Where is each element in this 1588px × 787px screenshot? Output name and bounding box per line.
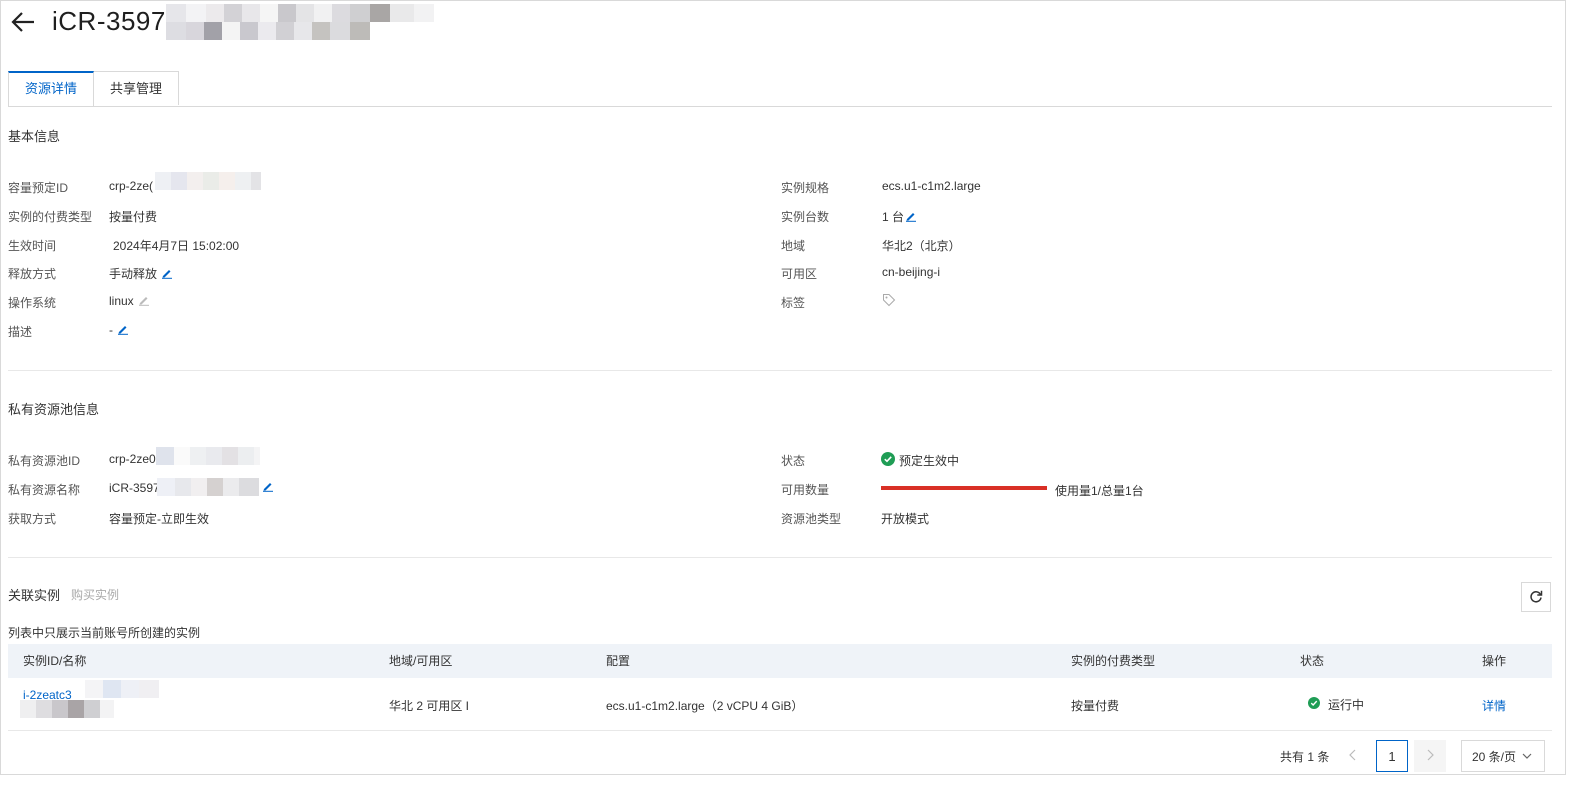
pool-id-redaction: [156, 447, 260, 465]
label-instance-count: 实例台数: [781, 210, 830, 224]
pager-total: 共有 1 条: [1280, 750, 1330, 764]
label-region: 地域: [781, 239, 806, 253]
divider-pool: [8, 557, 1552, 558]
buy-instance-link[interactable]: 购买实例: [71, 586, 119, 603]
pool-info-title: 私有资源池信息: [8, 402, 100, 417]
tag-icon[interactable]: [882, 293, 896, 310]
page-size-value: 20 条/页: [1472, 749, 1517, 764]
instance-id-redaction: [85, 680, 159, 698]
label-pay-type: 实例的付费类型: [8, 210, 93, 224]
tab-share-management[interactable]: 共享管理: [94, 71, 180, 105]
pool-name-redaction: [157, 478, 259, 496]
label-acquire-mode: 获取方式: [8, 512, 57, 526]
edit-release-icon[interactable]: [161, 267, 173, 282]
instance-status: 运行中: [1328, 698, 1365, 712]
value-pool-status: 预定生效中: [899, 454, 960, 468]
release-mode-text: 手动释放: [109, 267, 158, 281]
capacity-id-redaction: [155, 172, 261, 190]
row-divider: [8, 730, 1552, 731]
value-acquire-mode: 容量预定-立即生效: [109, 512, 209, 526]
pager-page-1[interactable]: 1: [1376, 740, 1408, 772]
page-title: iCR-3597: [52, 6, 166, 36]
value-pool-name: iCR-3597: [109, 481, 160, 495]
label-release-mode: 释放方式: [8, 267, 57, 281]
instance-detail-link[interactable]: 详情: [1482, 697, 1506, 714]
edit-pool-name-icon[interactable]: [262, 480, 274, 495]
usage-bar-fill: [881, 486, 1047, 490]
instance-name-redaction: [20, 700, 114, 718]
os-text: linux: [109, 294, 134, 308]
value-instance-spec: ecs.u1-c1m2.large: [882, 179, 981, 193]
col-config: 配置: [606, 654, 631, 668]
value-capacity-id: crp-2ze(: [109, 179, 154, 193]
col-pay-type: 实例的付费类型: [1071, 654, 1156, 668]
value-release-mode: 手动释放: [109, 265, 173, 282]
check-circle-icon: [881, 452, 895, 469]
value-region: 华北2（北京）: [882, 239, 961, 253]
col-status: 状态: [1300, 654, 1325, 668]
col-action: 操作: [1482, 654, 1507, 668]
label-effective-time: 生效时间: [8, 239, 57, 253]
value-instance-count: 1 台: [882, 208, 917, 225]
pager-prev-button[interactable]: [1337, 740, 1369, 772]
instances-title: 关联实例: [8, 588, 61, 603]
value-pool-type: 开放模式: [881, 512, 930, 526]
value-pay-type: 按量付费: [109, 210, 158, 224]
label-zone: 可用区: [781, 267, 818, 281]
col-instance-id: 实例ID/名称: [23, 654, 87, 668]
label-pool-id: 私有资源池ID: [8, 454, 81, 468]
edit-description-icon[interactable]: [117, 323, 129, 338]
list-note: 列表中只展示当前账号所创建的实例: [8, 626, 201, 640]
value-zone: cn-beijing-i: [882, 265, 941, 279]
divider-basic: [8, 370, 1552, 371]
refresh-icon: [1529, 589, 1543, 606]
chevron-right-icon: [1425, 749, 1435, 764]
value-pool-id: crp-2ze0l: [109, 452, 159, 466]
running-check-icon: [1308, 697, 1320, 712]
col-region: 地域/可用区: [389, 654, 453, 668]
label-os: 操作系统: [8, 296, 57, 310]
label-pool-name: 私有资源名称: [8, 483, 81, 497]
value-usage: 使用量1/总量1台: [1055, 484, 1144, 498]
tab-resource-detail[interactable]: 资源详情: [8, 71, 95, 107]
chevron-left-icon: [1348, 749, 1358, 764]
table-row: i-2zeatc3 华北 2 可用区 I ecs.u1-c1m2.large（2…: [8, 678, 1552, 730]
instance-pay-type: 按量付费: [1071, 699, 1120, 713]
value-effective-time: 2024年4月7日 15:02:00: [113, 239, 240, 253]
pager-next-button[interactable]: [1414, 740, 1446, 772]
instance-config: ecs.u1-c1m2.large（2 vCPU 4 GiB）: [606, 699, 804, 713]
label-tags: 标签: [781, 296, 806, 310]
tab-divider: [8, 106, 1552, 107]
instance-count-text: 1 台: [882, 210, 905, 224]
refresh-button[interactable]: [1521, 582, 1551, 612]
value-description: -: [109, 323, 129, 338]
table-header: 实例ID/名称 地域/可用区 配置 实例的付费类型 状态 操作: [8, 644, 1552, 678]
label-capacity-id: 容量预定ID: [8, 181, 69, 195]
label-description: 描述: [8, 325, 33, 339]
edit-os-icon: [138, 294, 150, 309]
basic-info-title: 基本信息: [8, 129, 61, 144]
back-arrow-icon[interactable]: [10, 8, 36, 36]
page-size-select[interactable]: 20 条/页: [1461, 740, 1545, 772]
label-available: 可用数量: [781, 483, 830, 497]
description-text: -: [109, 323, 113, 337]
instance-region: 华北 2 可用区 I: [389, 699, 470, 713]
usage-bar: [881, 486, 1047, 490]
tab-bar: 资源详情 共享管理: [8, 71, 180, 107]
value-os: linux: [109, 294, 150, 309]
label-status: 状态: [781, 454, 806, 468]
edit-count-icon[interactable]: [905, 210, 917, 225]
title-redaction: [166, 4, 434, 40]
label-pool-type: 资源池类型: [781, 512, 842, 526]
label-instance-spec: 实例规格: [781, 181, 830, 195]
chevron-down-icon: [1522, 749, 1532, 763]
